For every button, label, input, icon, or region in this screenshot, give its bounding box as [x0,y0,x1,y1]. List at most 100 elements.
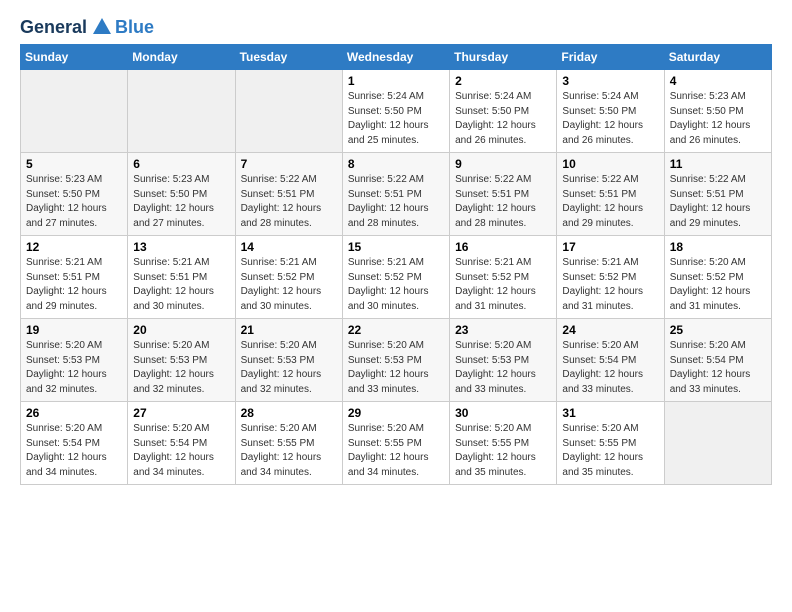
day-info: Sunrise: 5:20 AMSunset: 5:55 PMDaylight:… [562,422,658,480]
day-number: 9 [455,157,551,171]
week-row-1: 1Sunrise: 5:24 AMSunset: 5:50 PMDaylight… [21,70,772,153]
day-info: Sunrise: 5:20 AMSunset: 5:52 PMDaylight:… [670,256,766,314]
day-cell: 1Sunrise: 5:24 AMSunset: 5:50 PMDaylight… [342,70,449,153]
weekday-tuesday: Tuesday [235,45,342,70]
day-number: 30 [455,406,551,420]
day-cell: 31 Sunrise: 5:20 AMSunset: 5:55 PMDayligh… [557,402,664,485]
day-cell: 15 Sunrise: 5:21 AMSunset: 5:52 PMDayligh… [342,236,449,319]
day-info: Sunrise: 5:20 AMSunset: 5:54 PMDaylight:… [26,422,122,480]
day-info: Sunrise: 5:23 AMSunset: 5:50 PMDaylight:… [670,90,766,148]
day-cell: 29 Sunrise: 5:20 AMSunset: 5:55 PMDayligh… [342,402,449,485]
week-row-5: 26 Sunrise: 5:20 AMSunset: 5:54 PMDayligh… [21,402,772,485]
day-cell: 14 Sunrise: 5:21 AMSunset: 5:52 PMDayligh… [235,236,342,319]
day-info: Sunrise: 5:20 AMSunset: 5:55 PMDaylight:… [348,422,444,480]
week-row-3: 12 Sunrise: 5:21 AMSunset: 5:51 PMDayligh… [21,236,772,319]
day-number: 18 [670,240,766,254]
day-number: 6 [133,157,229,171]
day-number: 22 [348,323,444,337]
day-number: 25 [670,323,766,337]
day-cell: 8 Sunrise: 5:22 AMSunset: 5:51 PMDaylight… [342,153,449,236]
day-number: 11 [670,157,766,171]
day-cell: 12Sunrise: 5:21 AMSunset: 5:51 PMDayligh… [21,236,128,319]
week-row-4: 19 Sunrise: 5:20 AMSunset: 5:53 PMDayligh… [21,319,772,402]
day-cell: 13Sunrise: 5:21 AMSunset: 5:51 PMDayligh… [128,236,235,319]
day-number: 24 [562,323,658,337]
weekday-thursday: Thursday [450,45,557,70]
day-cell: 23 Sunrise: 5:20 AMSunset: 5:53 PMDayligh… [450,319,557,402]
day-info: Sunrise: 5:21 AMSunset: 5:52 PMDaylight:… [455,256,551,314]
day-cell: 17 Sunrise: 5:21 AMSunset: 5:52 PMDayligh… [557,236,664,319]
day-cell: 9 Sunrise: 5:22 AMSunset: 5:51 PMDaylight… [450,153,557,236]
day-cell [21,70,128,153]
day-info: Sunrise: 5:21 AMSunset: 5:52 PMDaylight:… [348,256,444,314]
day-number: 27 [133,406,229,420]
day-number: 14 [241,240,337,254]
day-number: 23 [455,323,551,337]
day-info: Sunrise: 5:20 AMSunset: 5:53 PMDaylight:… [133,339,229,397]
day-number: 10 [562,157,658,171]
day-info: Sunrise: 5:20 AMSunset: 5:54 PMDaylight:… [133,422,229,480]
day-number: 31 [562,406,658,420]
logo-general: General [20,17,87,38]
logo: General Blue [20,16,154,38]
day-number: 12 [26,240,122,254]
day-cell: 6 Sunrise: 5:23 AMSunset: 5:50 PMDaylight… [128,153,235,236]
page: General Blue SundayMondayTuesdayWednesda… [0,0,792,497]
day-number: 17 [562,240,658,254]
day-cell: 28 Sunrise: 5:20 AMSunset: 5:55 PMDayligh… [235,402,342,485]
day-cell: 10 Sunrise: 5:22 AMSunset: 5:51 PMDayligh… [557,153,664,236]
day-info: Sunrise: 5:22 AMSunset: 5:51 PMDaylight:… [562,173,658,231]
weekday-sunday: Sunday [21,45,128,70]
day-number: 4 [670,74,766,88]
day-info: Sunrise: 5:20 AMSunset: 5:55 PMDaylight:… [241,422,337,480]
day-cell: 4 Sunrise: 5:23 AMSunset: 5:50 PMDaylight… [664,70,771,153]
week-row-2: 5 Sunrise: 5:23 AMSunset: 5:50 PMDaylight… [21,153,772,236]
day-info: Sunrise: 5:23 AMSunset: 5:50 PMDaylight:… [26,173,122,231]
day-info: Sunrise: 5:20 AMSunset: 5:54 PMDaylight:… [562,339,658,397]
day-number: 5 [26,157,122,171]
day-info: Sunrise: 5:20 AMSunset: 5:55 PMDaylight:… [455,422,551,480]
day-cell [128,70,235,153]
weekday-header-row: SundayMondayTuesdayWednesdayThursdayFrid… [21,45,772,70]
day-cell: 20 Sunrise: 5:20 AMSunset: 5:53 PMDayligh… [128,319,235,402]
day-number: 15 [348,240,444,254]
day-number: 28 [241,406,337,420]
weekday-wednesday: Wednesday [342,45,449,70]
day-info: Sunrise: 5:21 AMSunset: 5:52 PMDaylight:… [562,256,658,314]
calendar-table: SundayMondayTuesdayWednesdayThursdayFrid… [20,44,772,485]
logo-blue: Blue [115,17,154,38]
day-info: Sunrise: 5:21 AMSunset: 5:51 PMDaylight:… [133,256,229,314]
day-cell: 22 Sunrise: 5:20 AMSunset: 5:53 PMDayligh… [342,319,449,402]
day-cell: 25 Sunrise: 5:20 AMSunset: 5:54 PMDayligh… [664,319,771,402]
day-info: Sunrise: 5:23 AMSunset: 5:50 PMDaylight:… [133,173,229,231]
day-number: 19 [26,323,122,337]
day-cell: 30 Sunrise: 5:20 AMSunset: 5:55 PMDayligh… [450,402,557,485]
day-cell [664,402,771,485]
weekday-friday: Friday [557,45,664,70]
logo-icon [91,16,113,38]
day-cell: 2Sunrise: 5:24 AMSunset: 5:50 PMDaylight… [450,70,557,153]
day-number: 29 [348,406,444,420]
day-number: 2 [455,74,551,88]
day-info: Sunrise: 5:21 AMSunset: 5:52 PMDaylight:… [241,256,337,314]
day-info: Sunrise: 5:24 AMSunset: 5:50 PMDaylight:… [562,90,658,148]
day-info: Sunrise: 5:20 AMSunset: 5:54 PMDaylight:… [670,339,766,397]
weekday-monday: Monday [128,45,235,70]
day-info: Sunrise: 5:20 AMSunset: 5:53 PMDaylight:… [455,339,551,397]
day-info: Sunrise: 5:22 AMSunset: 5:51 PMDaylight:… [348,173,444,231]
day-info: Sunrise: 5:20 AMSunset: 5:53 PMDaylight:… [241,339,337,397]
day-cell: 21Sunrise: 5:20 AMSunset: 5:53 PMDayligh… [235,319,342,402]
day-number: 20 [133,323,229,337]
day-cell: 16Sunrise: 5:21 AMSunset: 5:52 PMDayligh… [450,236,557,319]
day-number: 8 [348,157,444,171]
day-cell: 19Sunrise: 5:20 AMSunset: 5:53 PMDayligh… [21,319,128,402]
header: General Blue [20,16,772,38]
day-cell: 27 Sunrise: 5:20 AMSunset: 5:54 PMDayligh… [128,402,235,485]
day-info: Sunrise: 5:22 AMSunset: 5:51 PMDaylight:… [455,173,551,231]
day-info: Sunrise: 5:20 AMSunset: 5:53 PMDaylight:… [348,339,444,397]
day-number: 26 [26,406,122,420]
day-cell: 26 Sunrise: 5:20 AMSunset: 5:54 PMDayligh… [21,402,128,485]
day-cell: 24 Sunrise: 5:20 AMSunset: 5:54 PMDayligh… [557,319,664,402]
day-info: Sunrise: 5:22 AMSunset: 5:51 PMDaylight:… [241,173,337,231]
day-info: Sunrise: 5:24 AMSunset: 5:50 PMDaylight:… [348,90,444,148]
